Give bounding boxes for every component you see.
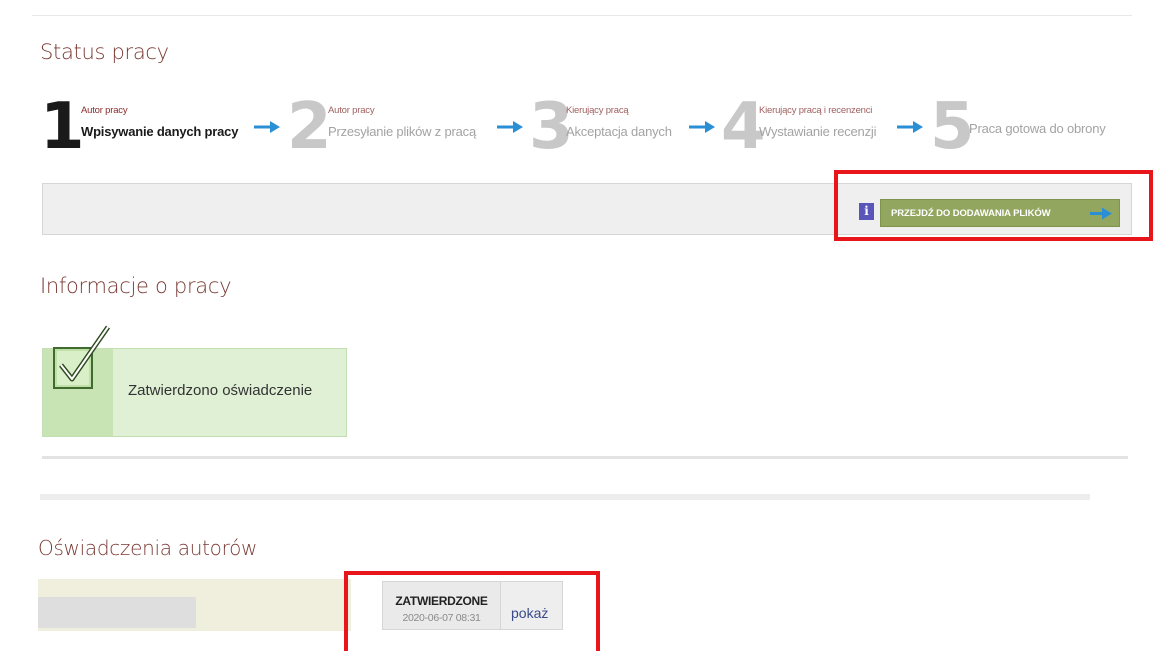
divider	[42, 456, 1128, 459]
step-role: Autor pracy	[328, 105, 375, 116]
show-link[interactable]: pokaż	[511, 605, 548, 621]
step-role: Kierujący pracą i recenzenci	[759, 105, 873, 116]
step-name: Wystawianie recenzji	[759, 124, 877, 139]
info-icon[interactable]: i	[859, 203, 874, 220]
step-name: Przesyłanie plików z pracą	[328, 124, 476, 139]
arrow-right-icon	[497, 121, 523, 133]
arrow-right-icon	[689, 121, 715, 133]
step-number: 5	[930, 90, 974, 164]
step-name: Wpisywanie danych pracy	[81, 124, 239, 139]
authors-section-title: Oświadczenia autorów	[38, 536, 258, 560]
arrow-right-icon	[1090, 207, 1112, 220]
step-number: 3	[529, 90, 573, 164]
step-number: 1	[40, 90, 84, 164]
step-role: Autor pracy	[81, 105, 128, 116]
arrow-right-icon	[897, 121, 923, 133]
checkmark-icon	[53, 325, 111, 389]
step-number: 2	[287, 90, 331, 164]
arrow-right-icon	[254, 121, 280, 133]
status-date: 2020-06-07 08:31	[402, 612, 481, 624]
step-name: Praca gotowa do obrony	[969, 121, 1106, 136]
go-to-files-label: PRZEJDŹ DO DODAWANIA PLIKÓW	[891, 207, 1051, 219]
status-badge: ZATWIERDZONE	[395, 594, 488, 608]
status-section-title: Status pracy	[40, 40, 169, 64]
status-steps: 1 Autor pracy Wpisywanie danych pracy 2 …	[40, 94, 1140, 164]
go-to-files-button[interactable]: PRZEJDŹ DO DODAWANIA PLIKÓW	[880, 199, 1120, 227]
step-role: Kierujący pracą	[566, 105, 629, 116]
top-divider	[32, 15, 1132, 16]
step-number: 4	[721, 90, 765, 164]
confirmation-text: Zatwierdzono oświadczenie	[128, 382, 313, 399]
status-cell: ZATWIERDZONE 2020-06-07 08:31	[382, 581, 501, 630]
author-name-redacted	[38, 597, 196, 628]
step-name: Akceptacja danych	[566, 124, 672, 139]
info-section-title: Informacje o pracy	[40, 274, 232, 298]
divider	[40, 494, 1090, 500]
